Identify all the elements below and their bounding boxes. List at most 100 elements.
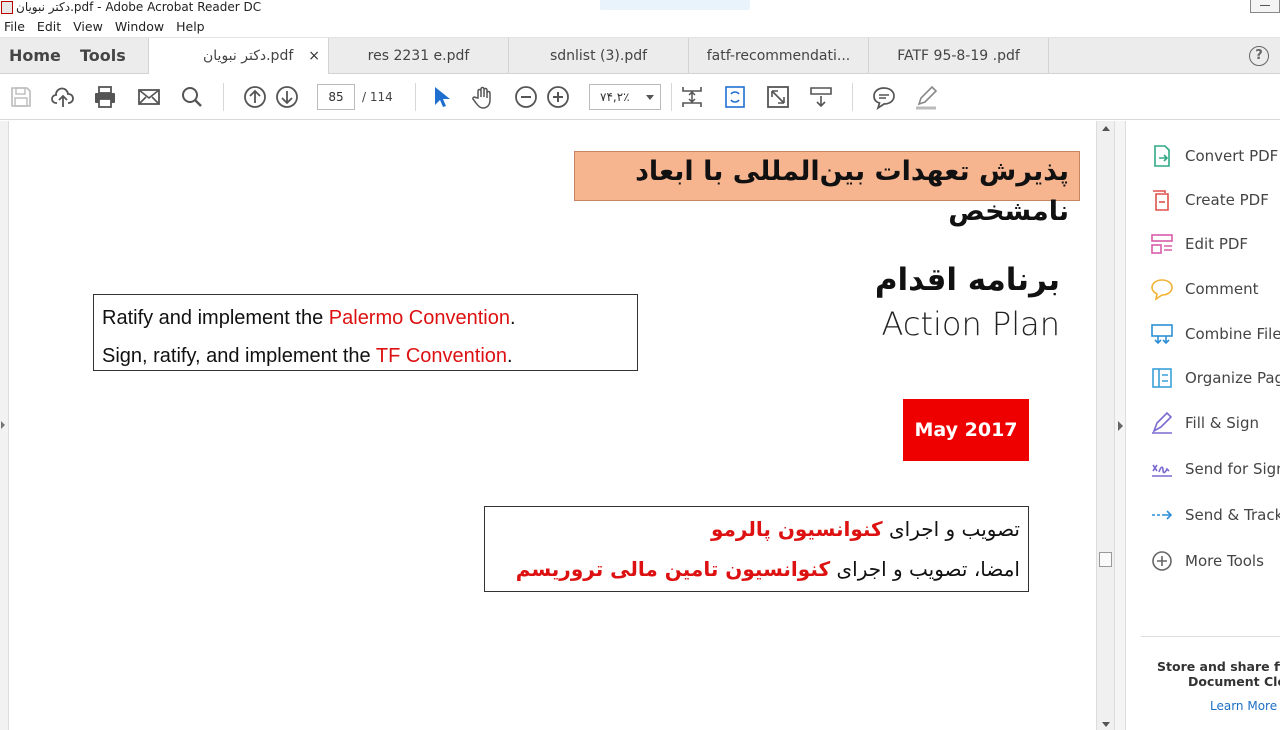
text-span: . <box>510 307 516 329</box>
help-icon[interactable]: ? <box>1249 46 1269 66</box>
doc-tab-label: دکتر نبویان.pdf <box>203 48 294 64</box>
tab-bar: Home Tools دکتر نبویان.pdf × res 2231 e.… <box>0 38 1280 75</box>
text-span: Sign, ratify, and implement the <box>102 345 376 367</box>
english-action-box: Ratify and implement the Palermo Convent… <box>93 294 638 371</box>
scroll-down-icon[interactable] <box>1102 722 1110 727</box>
tool-send-track[interactable]: Send & Track <box>1150 500 1280 530</box>
doc-tab-label: res 2231 e.pdf <box>367 48 470 64</box>
tool-label: Send & Track <box>1185 506 1280 524</box>
chevron-right-icon <box>1 421 5 429</box>
scroll-thumb[interactable] <box>1099 552 1112 567</box>
hand-tool-icon[interactable] <box>470 84 496 110</box>
menu-help[interactable]: Help <box>172 19 211 34</box>
convert-pdf-icon <box>1150 144 1174 168</box>
rotate-view-icon[interactable] <box>722 84 748 110</box>
zoom-value: ۷۴,۲٪ <box>600 90 630 104</box>
highlight-text: کنوانسیون پالرمو <box>710 517 883 541</box>
upload-cloud-icon[interactable] <box>50 84 76 110</box>
highlight-pen-icon[interactable] <box>913 84 939 110</box>
close-tab-icon[interactable]: × <box>308 38 320 74</box>
menu-window[interactable]: Window <box>111 19 170 34</box>
text-span: . <box>507 345 513 367</box>
tool-label: Comment <box>1185 280 1259 298</box>
search-icon[interactable] <box>179 84 205 110</box>
doc-tab-label: fatf-recommendati... <box>706 48 851 64</box>
tool-label: Convert PDF <box>1185 147 1279 165</box>
scroll-up-icon[interactable] <box>1102 126 1110 131</box>
english-heading: Action Plan <box>881 305 1060 343</box>
tool-label: Fill & Sign <box>1185 414 1259 432</box>
fit-page-icon[interactable] <box>679 84 705 110</box>
toolbar-divider <box>223 83 224 111</box>
tab-home[interactable]: Home <box>9 38 61 74</box>
tool-label: Send for Signature <box>1185 460 1280 478</box>
print-icon[interactable] <box>92 84 118 110</box>
email-icon[interactable] <box>136 84 162 110</box>
doc-tab-active[interactable]: دکتر نبویان.pdf × <box>148 38 329 75</box>
date-badge: May 2017 <box>903 399 1029 461</box>
tools-panel: Convert PDF Create PDF Edit PDF Comment … <box>1126 121 1280 730</box>
doc-tab[interactable]: sdnlist (3).pdf <box>509 38 689 74</box>
tool-label: Organize Pages <box>1185 369 1280 387</box>
send-signature-icon <box>1150 457 1174 481</box>
left-panel-toggle[interactable] <box>0 121 9 730</box>
scroll-mode-icon[interactable] <box>808 84 834 110</box>
send-track-icon <box>1150 503 1174 527</box>
zoom-select[interactable]: ۷۴,۲٪ <box>589 84 661 110</box>
page-total: / 114 <box>362 90 393 104</box>
tool-label: Combine Files <box>1185 325 1280 343</box>
full-screen-icon[interactable] <box>765 84 791 110</box>
persian-line-2: امضا، تصویب و اجرای کنوانسیون تامین مالی… <box>493 549 1020 589</box>
tool-more-tools[interactable]: More Tools <box>1150 546 1264 576</box>
previous-page-icon[interactable] <box>242 84 268 110</box>
title-bar-highlight <box>600 0 750 10</box>
acrobat-app-icon <box>1 1 13 14</box>
tool-label: Edit PDF <box>1185 235 1249 253</box>
tool-fill-sign[interactable]: Fill & Sign <box>1150 408 1259 438</box>
persian-banner-title: پذیرش تعهدات بین‌المللی با ابعاد نامشخص <box>574 151 1080 227</box>
doc-tab[interactable]: fatf-recommendati... <box>689 38 869 74</box>
doc-tab[interactable]: res 2231 e.pdf <box>329 38 509 74</box>
fill-sign-icon <box>1150 411 1174 435</box>
persian-heading: برنامه اقدام <box>874 262 1060 298</box>
tool-label: Create PDF <box>1185 191 1269 209</box>
organize-pages-icon <box>1150 366 1174 390</box>
tab-tools[interactable]: Tools <box>80 38 126 74</box>
zoom-out-icon[interactable] <box>513 84 539 110</box>
comment-icon <box>1150 277 1174 301</box>
tool-combine-files[interactable]: Combine Files <box>1150 319 1280 349</box>
menu-file[interactable]: File <box>0 19 31 34</box>
learn-more-link[interactable]: Learn More <box>1210 699 1277 713</box>
cloud-promo-text: Store and share files Document Cloud <box>1150 659 1280 689</box>
zoom-in-icon[interactable] <box>545 84 571 110</box>
minimize-button[interactable] <box>1250 0 1280 13</box>
tool-organize-pages[interactable]: Organize Pages <box>1150 363 1280 393</box>
doc-tab-label: FATF 95-8-19 .pdf <box>897 48 1020 64</box>
menu-view[interactable]: View <box>69 19 109 34</box>
tool-edit-pdf[interactable]: Edit PDF <box>1150 229 1248 259</box>
tool-convert-pdf[interactable]: Convert PDF <box>1150 141 1278 171</box>
chevron-right-icon <box>1118 421 1123 431</box>
tool-create-pdf[interactable]: Create PDF <box>1150 185 1269 215</box>
vertical-scrollbar[interactable] <box>1096 121 1114 730</box>
edit-pdf-icon <box>1150 232 1174 256</box>
highlight-text: Palermo Convention <box>328 307 510 329</box>
page-number-input[interactable]: 85 <box>317 84 355 110</box>
tool-send-for-signature[interactable]: Send for Signature <box>1150 454 1280 484</box>
panel-divider <box>1141 636 1280 637</box>
next-page-icon[interactable] <box>274 84 300 110</box>
save-icon[interactable] <box>8 84 34 110</box>
english-line-2: Sign, ratify, and implement the TF Conve… <box>102 337 629 375</box>
toolbar-divider <box>415 83 416 111</box>
comment-icon[interactable] <box>871 84 897 110</box>
tool-comment[interactable]: Comment <box>1150 274 1259 304</box>
doc-tab[interactable]: FATF 95-8-19 .pdf <box>869 38 1049 74</box>
menu-edit[interactable]: Edit <box>33 19 67 34</box>
text-span: تصویب و اجرای <box>882 517 1020 541</box>
select-cursor-icon[interactable] <box>428 84 454 110</box>
doc-tab-label: sdnlist (3).pdf <box>549 48 648 64</box>
title-bar: دکتر نبویان.pdf - Adobe Acrobat Reader D… <box>0 0 1280 16</box>
right-panel-toggle[interactable] <box>1114 121 1126 730</box>
highlight-text: کنوانسیون تامین مالی تروریسم <box>515 557 831 581</box>
toolbar-divider <box>852 83 853 111</box>
